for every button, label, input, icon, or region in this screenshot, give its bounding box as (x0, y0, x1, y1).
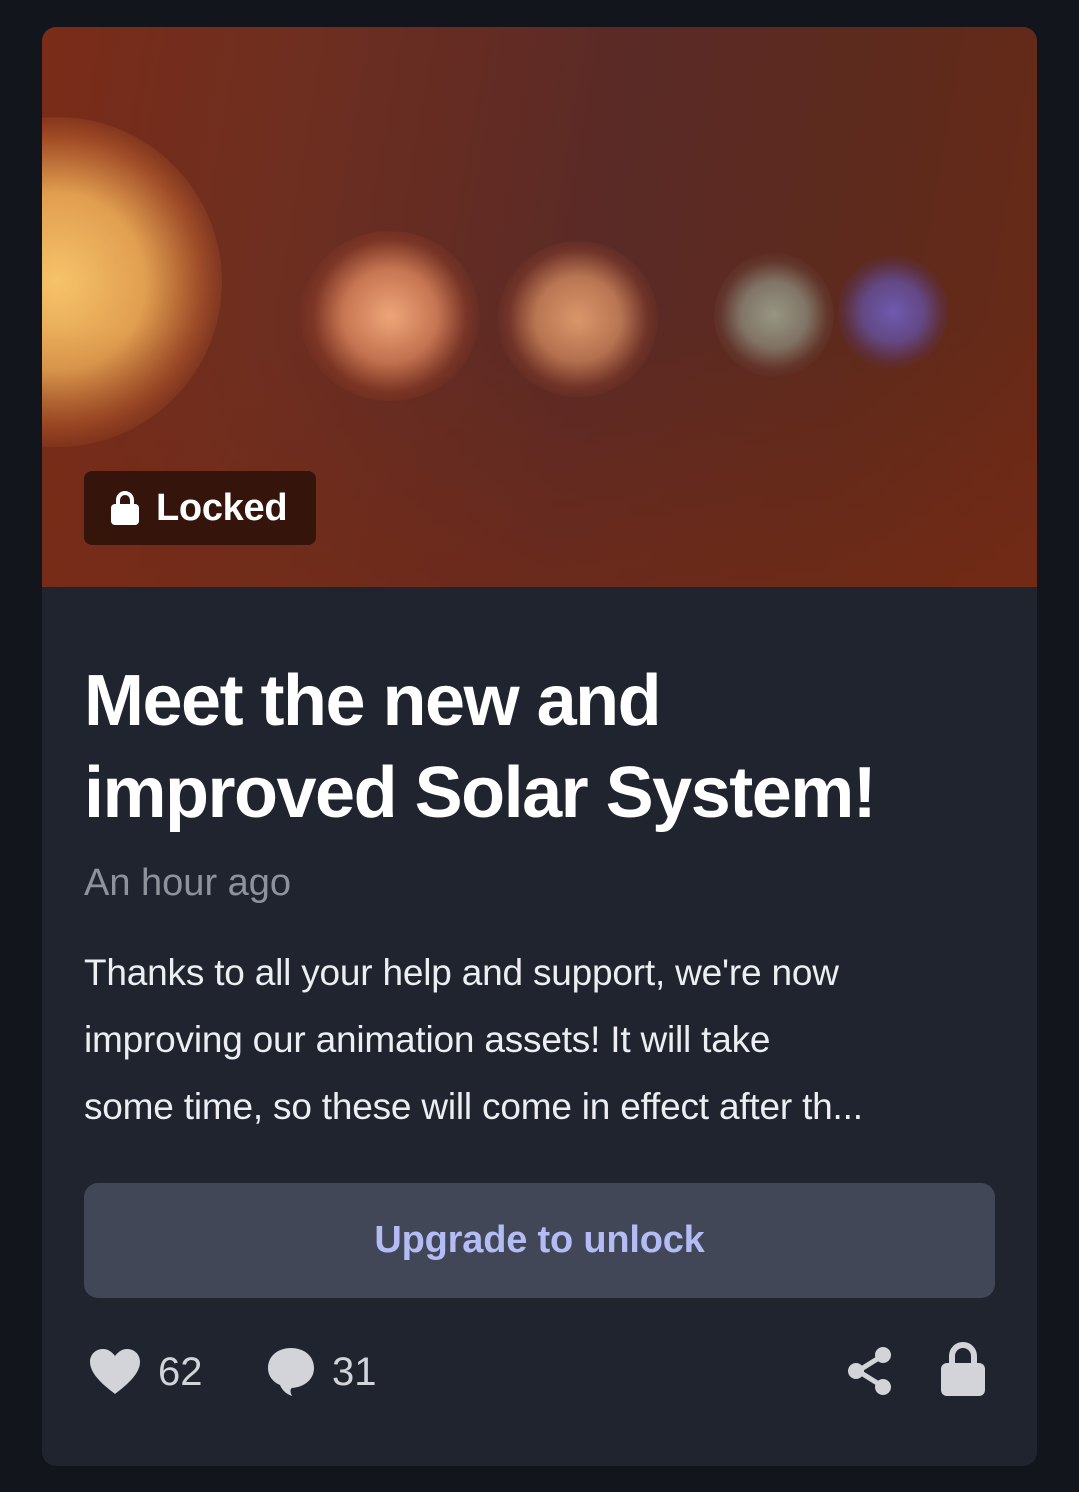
locked-badge: Locked (84, 471, 316, 545)
post-excerpt-line: improving our animation assets! It will … (84, 1019, 771, 1060)
comment-count: 31 (332, 1349, 377, 1394)
post-excerpt-line: Thanks to all your help and support, we'… (84, 952, 839, 993)
heart-icon (90, 1349, 140, 1394)
post-actions-bar: 62 31 (84, 1337, 995, 1407)
share-icon[interactable] (846, 1345, 894, 1397)
lock-icon[interactable] (940, 1341, 986, 1397)
post-timestamp: An hour ago (84, 862, 292, 904)
post-excerpt-line: some time, so these will come in effect … (84, 1086, 863, 1127)
post-title[interactable]: Meet the new and improved Solar System! (84, 655, 984, 839)
locked-badge-label: Locked (156, 486, 288, 529)
like-button[interactable]: 62 (88, 1337, 203, 1407)
like-count: 62 (158, 1349, 203, 1394)
comment-bubble-icon (268, 1348, 314, 1396)
post-card[interactable]: Locked Meet the new and improved Solar S… (42, 27, 1037, 1466)
lock-icon (111, 491, 139, 525)
comment-button[interactable]: 31 (266, 1337, 377, 1407)
cover-image-fade (42, 327, 1037, 587)
upgrade-to-unlock-button[interactable]: Upgrade to unlock (84, 1183, 995, 1298)
post-excerpt: Thanks to all your help and support, we'… (84, 939, 1004, 1140)
post-cover-image: Locked (42, 27, 1037, 587)
